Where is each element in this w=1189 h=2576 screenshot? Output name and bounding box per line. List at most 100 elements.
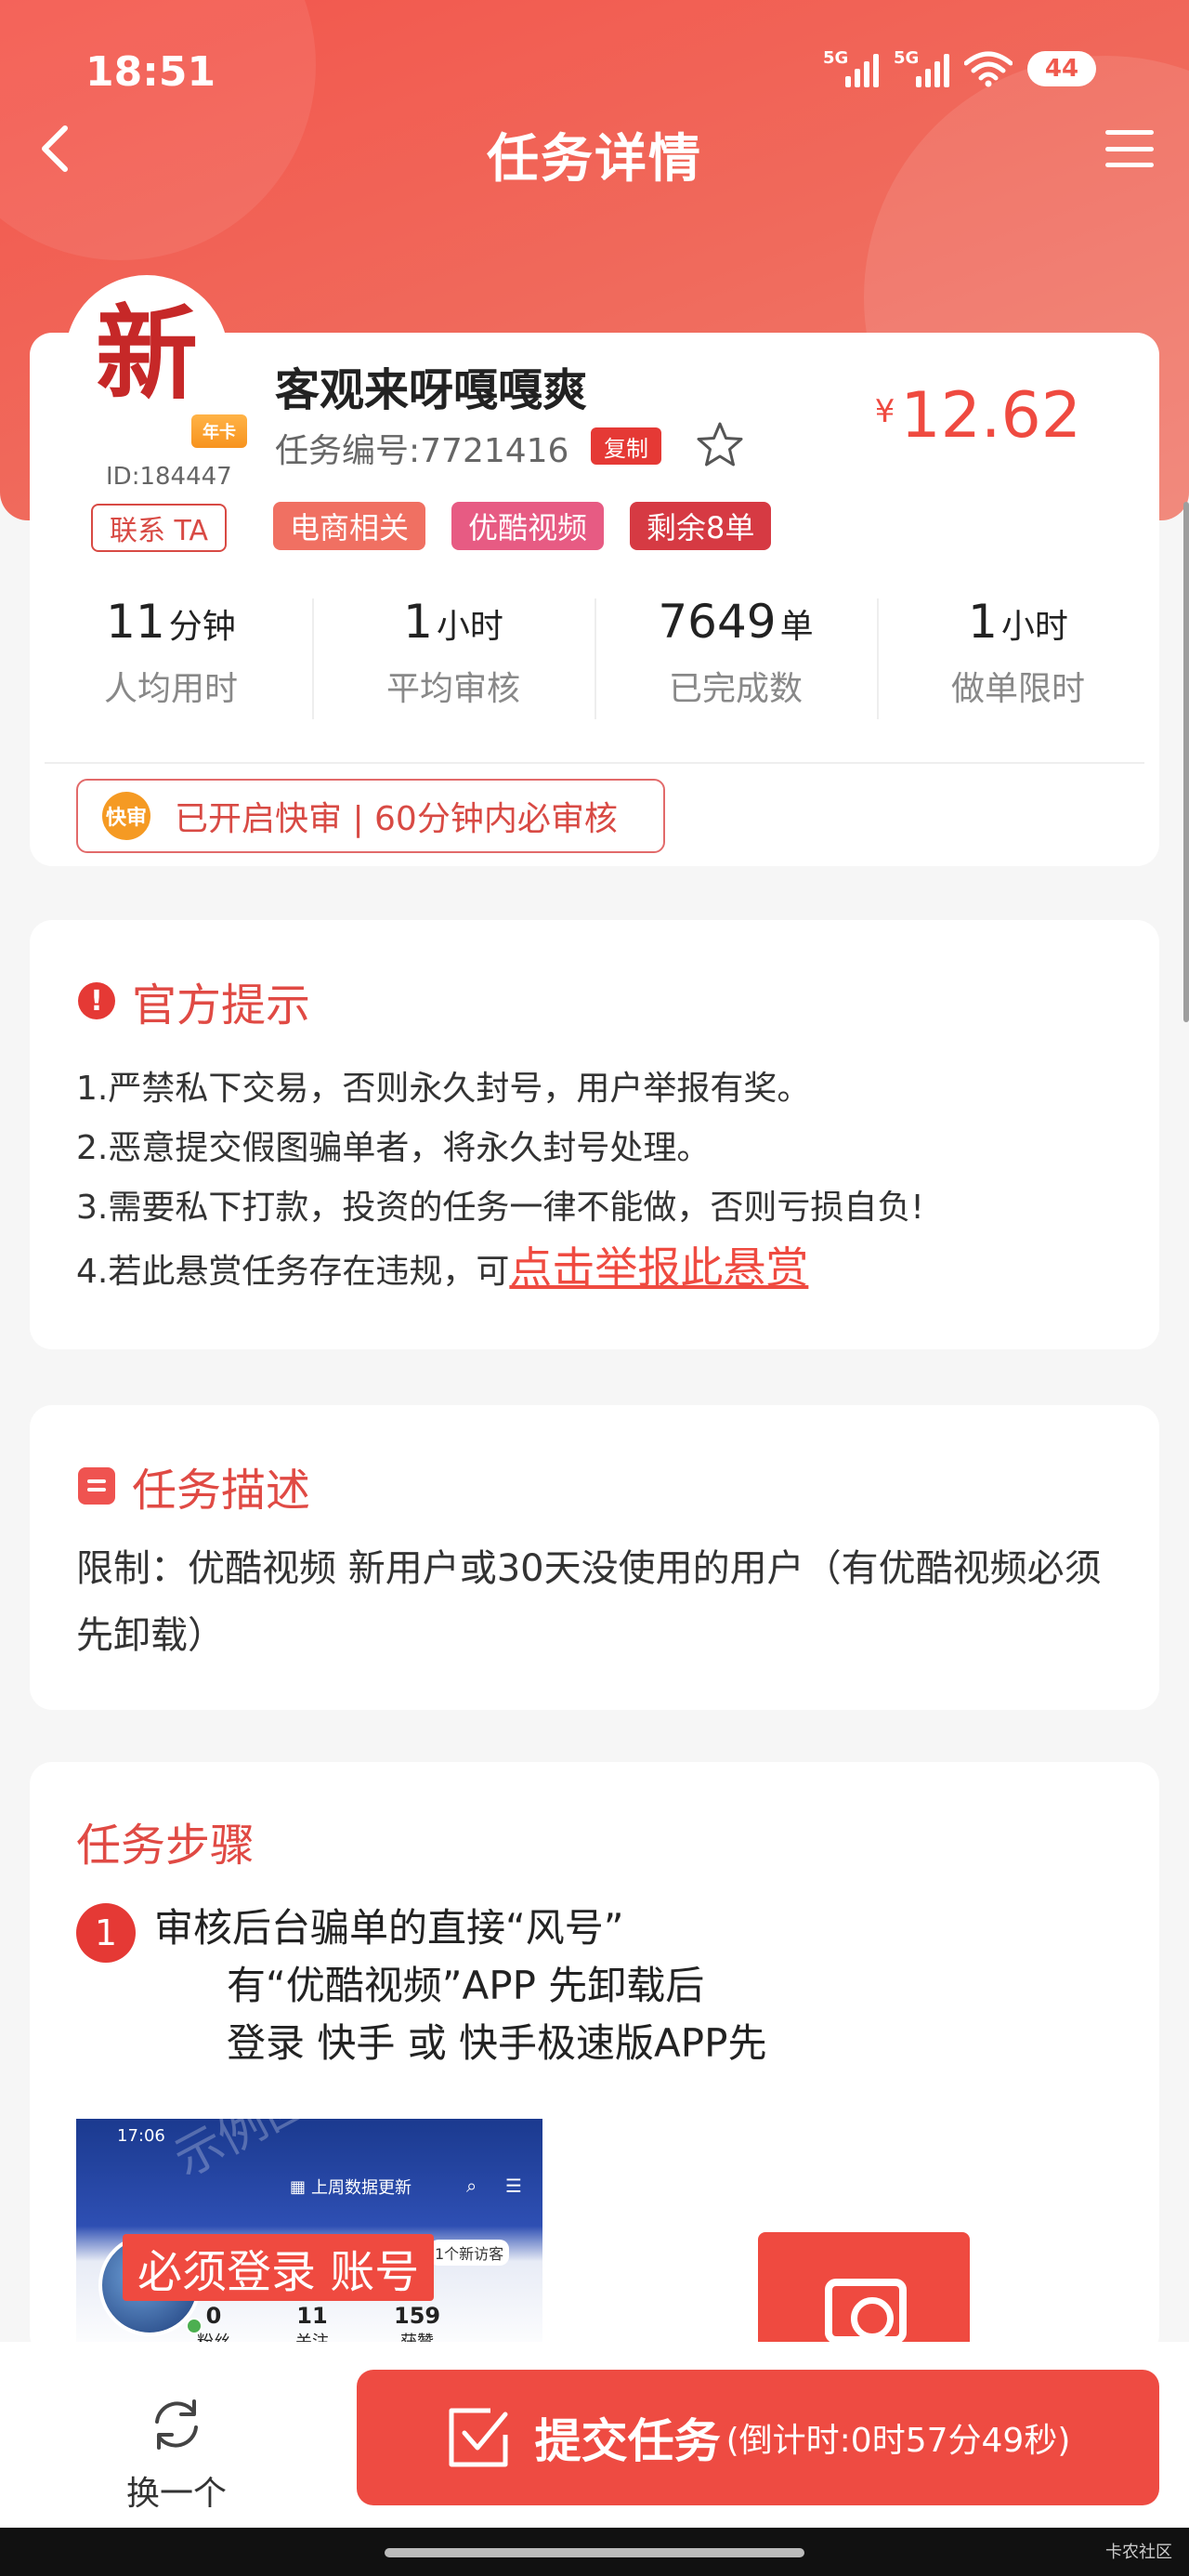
stat-number: 1 (403, 595, 433, 649)
battery-indicator: 44 (1027, 51, 1096, 86)
stat-value: 1 小时 (312, 595, 594, 649)
contact-button[interactable]: 联系 TA (91, 504, 227, 552)
stat-number: 159 (394, 2303, 441, 2329)
upload-photo-button[interactable] (758, 2232, 970, 2357)
step-line: 登录 快手 或 快手极速版APP先 (227, 2020, 767, 2066)
menu-line (1105, 146, 1154, 151)
task-tags: 电商相关 优酷视频 剩余8单 (273, 502, 772, 550)
stat-value: 11 分钟 (30, 595, 312, 649)
page-title: 任务详情 (487, 129, 702, 190)
stat-unit: 小时 (1000, 608, 1068, 646)
submit-task-label: 提交任务 (534, 2414, 721, 2468)
screenshot-header: ▦ 上周数据更新 (290, 2175, 412, 2199)
notice-item-text: 4.若此悬赏任务存在违规，可 (76, 1253, 510, 1291)
stat-label: 平均审核 (385, 670, 520, 708)
hamburger-menu-icon (1105, 130, 1154, 135)
report-link[interactable]: 点击举报此悬赏 (509, 1242, 808, 1293)
user-id: ID:184447 (106, 463, 232, 491)
notice-item: 2.恶意提交假图骗单者，将永久封号处理。 (76, 1129, 711, 1167)
swap-task-label: 换一个 (125, 2475, 227, 2513)
description-title-text: 任务描述 (132, 1465, 311, 1517)
stat-value: 1 小时 (877, 595, 1159, 649)
step-number-badge: 1 (76, 1903, 136, 1963)
swap-task-button[interactable]: 换一个 (102, 2394, 251, 2515)
camera-icon (825, 2279, 907, 2344)
task-name: 客观来呀嘎嘎爽 (275, 364, 588, 416)
task-number: 任务编号:7721416 (275, 432, 569, 470)
stat-number: 11 (106, 595, 165, 649)
document-icon (78, 1467, 115, 1505)
scrollbar[interactable] (1183, 502, 1189, 1022)
signal-label: 5G (823, 48, 849, 68)
tag-platform: 优酷视频 (451, 502, 605, 550)
notice-list: 1.严禁私下交易，否则永久封号，用户举报有奖。 2.恶意提交假图骗单者，将永久封… (76, 1059, 924, 1302)
exclamation-icon: ! (78, 982, 115, 1019)
avatar-text: 新 (96, 294, 198, 414)
notice-item: 3.需要私下打款，投资的任务一律不能做，否则亏损自负! (76, 1189, 924, 1227)
stat-label: 做单限时 (950, 670, 1085, 708)
price-value: 12.62 (900, 379, 1081, 453)
divider (45, 762, 1144, 764)
star-icon[interactable] (695, 420, 745, 470)
refresh-icon (155, 2399, 198, 2450)
signal-icon: 5G (823, 48, 879, 87)
stat-label: 人均用时 (103, 670, 238, 708)
notice-item: 4.若此悬赏任务存在违规，可点击举报此悬赏 (76, 1238, 924, 1302)
stat-value: 7649 单 (594, 595, 877, 649)
screenshot-visitor: 1个新访客 (429, 2240, 510, 2266)
signal-label: 5G (894, 48, 920, 68)
crown-badge: 年卡 (191, 414, 247, 448)
navbar: 任务详情 (0, 102, 1189, 195)
stat-unit: 单 (779, 608, 814, 646)
step-text: 审核后台骗单的直接“风号” 有“优酷视频”APP 先卸载后 登录 快手 或 快手… (154, 1899, 766, 2072)
step-line: 有“优酷视频”APP 先卸载后 (227, 1963, 705, 2008)
site-watermark: 卡农社区 (1105, 2543, 1172, 2562)
tag-remaining: 剩余8单 (630, 502, 772, 550)
fast-review-text: 已开启快审 | 60分钟内必审核 (175, 800, 618, 838)
description-title: 任务描述 (78, 1453, 310, 1518)
fast-review-icon: 快审 (102, 792, 150, 840)
submit-task-button[interactable]: 提交任务 (倒计时:0时57分49秒) (357, 2370, 1159, 2505)
stat-unit: 分钟 (168, 608, 236, 646)
screenshot-header-text: 上周数据更新 (311, 2178, 412, 2198)
stat-unit: 小时 (436, 608, 503, 646)
fast-review-banner: 快审 已开启快审 | 60分钟内必审核 (76, 779, 665, 853)
stat-label: 已完成数 (668, 670, 803, 708)
stat-number: 7649 (658, 595, 777, 649)
notice-item: 1.严禁私下交易，否则永久封号，用户举报有奖。 (76, 1070, 811, 1108)
stat-completed: 7649 单 已完成数 (594, 595, 877, 734)
chart-icon: ▦ (290, 2176, 307, 2197)
checkbox-icon (449, 2408, 508, 2467)
status-icons: 5G 5G 44 (823, 48, 1096, 87)
stat-time-limit: 1 小时 做单限时 (877, 595, 1159, 734)
task-price: ¥12.62 (875, 379, 1081, 453)
tag-category: 电商相关 (273, 502, 426, 550)
bottom-action-bar: 换一个 提交任务 (倒计时:0时57分49秒) (0, 2342, 1189, 2528)
menu-line (1105, 163, 1154, 167)
currency-symbol: ¥ (874, 393, 895, 430)
stat-number: 11 (296, 2303, 328, 2329)
notice-title-text: 官方提示 (132, 979, 311, 1032)
copy-button[interactable]: 复制 (591, 427, 661, 465)
stat-avg-review: 1 小时 平均审核 (312, 595, 594, 734)
stat-avg-time: 11 分钟 人均用时 (30, 595, 312, 734)
task-stats: 11 分钟 人均用时 1 小时 平均审核 7649 单 已完成数 1 小时 做单限时 (30, 595, 1159, 734)
signal-icon: 5G (894, 48, 949, 87)
home-indicator[interactable] (385, 2548, 804, 2557)
task-steps-card: 任务步骤 1 审核后台骗单的直接“风号” 有“优酷视频”APP 先卸载后 登录 … (30, 1762, 1159, 2357)
step-line: 审核后台骗单的直接“风号” (154, 1905, 624, 1951)
description-text: 限制：优酷视频 新用户或30天没使用的用户（有优酷视频必须先卸载） (76, 1547, 1102, 1657)
stat-number: 1 (968, 595, 998, 649)
search-icon: ⌕ (466, 2175, 477, 2197)
menu-icon: ☰ (505, 2175, 522, 2197)
status-time: 18:51 (85, 48, 216, 96)
stat-number: 0 (205, 2303, 222, 2329)
steps-title: 任务步骤 (76, 1820, 255, 1872)
task-description-card: 任务描述 限制：优酷视频 新用户或30天没使用的用户（有优酷视频必须先卸载） (30, 1405, 1159, 1710)
screenshot-login-label: 必须登录 账号 (123, 2234, 435, 2301)
countdown-timer: (倒计时:0时57分49秒) (725, 2422, 1071, 2460)
example-screenshot[interactable]: 17:06 示例图 ▦上周数据更新 ⌕ ☰ 1个新访客 0粉丝 11关注 159… (76, 2119, 542, 2357)
menu-button[interactable] (1102, 125, 1157, 173)
official-notice-card: ! 官方提示 1.严禁私下交易，否则永久封号，用户举报有奖。 2.恶意提交假图骗… (30, 920, 1159, 1349)
screenshot-time: 17:06 (117, 2126, 165, 2146)
